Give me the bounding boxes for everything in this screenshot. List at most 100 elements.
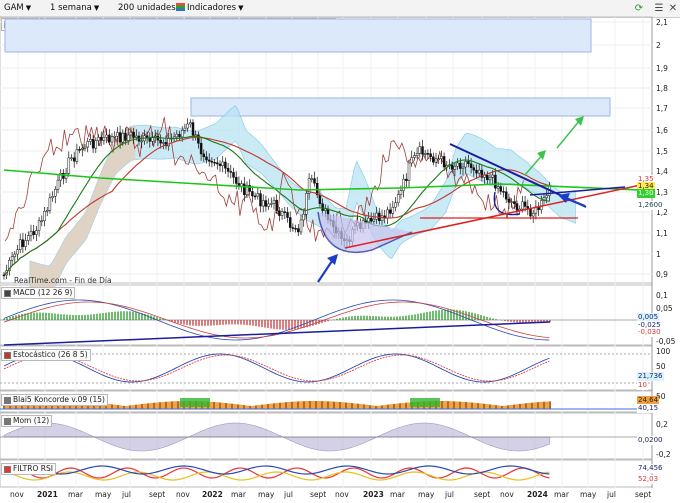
candle-body	[380, 215, 384, 221]
candle-body	[437, 158, 440, 161]
candle-body	[18, 239, 22, 251]
candle-body	[51, 196, 54, 199]
candle-body	[110, 136, 114, 143]
candle-body	[145, 135, 149, 138]
panel-frame	[0, 412, 653, 460]
candle-body	[507, 198, 511, 203]
value-tag: -0,030	[637, 328, 662, 337]
candle-body	[126, 134, 130, 141]
resistance-zone	[4, 18, 592, 53]
candle-body	[70, 157, 73, 160]
candle-body	[321, 203, 324, 211]
candle-body	[369, 217, 373, 222]
time-axis-tick: nov	[176, 490, 190, 499]
time-axis-tick: sept	[635, 490, 652, 499]
candle-body	[280, 211, 284, 216]
candle-body	[210, 161, 214, 163]
candle-body	[494, 174, 497, 189]
time-axis-tick: jul	[607, 490, 616, 499]
price-axis-tick: 2,1	[656, 18, 668, 27]
support-trendline	[344, 182, 651, 249]
candle-body	[124, 133, 127, 141]
macd-label: MACD (12 26 9)	[1, 287, 76, 299]
candle-body	[37, 220, 41, 231]
candle-body	[288, 217, 292, 228]
candle-body	[488, 177, 492, 181]
candle-body	[54, 188, 57, 197]
time-axis-tick: nov	[335, 490, 349, 499]
candle-body	[305, 193, 308, 215]
candle-body	[224, 161, 227, 169]
candle-body	[72, 157, 76, 162]
mom-swatch	[4, 417, 11, 425]
panel-axis-tick: -0,05	[656, 337, 676, 346]
candle-body	[324, 208, 327, 211]
value-tag: 52,03	[637, 475, 660, 484]
candle-body	[515, 203, 519, 211]
candle-body	[486, 175, 489, 181]
panel-frame	[0, 16, 653, 284]
candle-body	[291, 227, 295, 229]
candle-body	[91, 138, 95, 149]
candle-body	[213, 162, 216, 164]
candle-body	[10, 256, 14, 261]
candle-body	[467, 161, 470, 165]
blai5-green-zone	[180, 398, 210, 407]
candle-body	[450, 164, 454, 170]
candle-body	[178, 133, 181, 138]
blai5-green-zone	[410, 398, 440, 407]
candle-body	[121, 133, 125, 143]
candle-body	[318, 194, 322, 205]
candle-body	[502, 191, 505, 193]
candle-body	[429, 153, 432, 157]
value-tag: 74,456	[637, 464, 664, 473]
candle-body	[297, 228, 300, 233]
value-tag: 0,0200	[637, 436, 664, 445]
candle-body	[256, 193, 260, 197]
candle-body	[283, 211, 287, 213]
time-axis-tick: may	[580, 490, 597, 499]
candle-body	[135, 135, 138, 138]
candle-body	[162, 142, 165, 144]
price-axis-tick: 1,4	[656, 167, 668, 176]
candle-body	[94, 140, 98, 149]
panel-axis-tick: 0,1	[656, 291, 668, 300]
candle-body	[199, 142, 203, 155]
candle-body	[116, 132, 119, 137]
candle-body	[13, 253, 17, 257]
candle-body	[275, 199, 278, 212]
price-axis-tick: 1	[656, 250, 661, 259]
resistance-zone	[190, 97, 611, 117]
candle-body	[264, 200, 268, 207]
candle-body	[21, 239, 25, 247]
candle-body	[407, 162, 411, 181]
candle-body	[67, 157, 71, 174]
candle-body	[232, 172, 235, 178]
price-axis-tick: 1,6	[656, 126, 668, 135]
mom-label: Mom (12)	[1, 415, 53, 427]
candle-body	[294, 227, 297, 230]
candle-body	[440, 156, 443, 160]
candle-body	[205, 156, 208, 161]
candle-body	[529, 208, 532, 217]
time-axis-tick: may	[258, 490, 275, 499]
price-axis-tick: 1,1	[656, 229, 668, 238]
candle-body	[261, 200, 265, 207]
candle-body	[477, 169, 481, 174]
data-source-note: RealTime.com - Fin de Día	[14, 276, 112, 285]
time-axis-tick: 2022	[202, 490, 223, 499]
candle-body	[186, 123, 189, 129]
blai5-title: Blai5 Koncorde v.09 (15)	[13, 395, 105, 404]
candle-body	[113, 135, 116, 138]
chart-canvas	[0, 16, 653, 488]
candle-body	[40, 220, 44, 223]
candle-body	[259, 193, 262, 207]
candle-body	[35, 230, 38, 235]
candle-body	[229, 171, 233, 173]
time-axis-tick: mar	[390, 490, 405, 499]
stoch-title: Estocástico (26 8 5)	[13, 350, 88, 359]
panel-axis-tick: 0,05	[656, 304, 673, 313]
candle-body	[418, 146, 422, 154]
time-axis-tick: sept	[310, 490, 327, 499]
time-axis-tick: may	[418, 490, 435, 499]
